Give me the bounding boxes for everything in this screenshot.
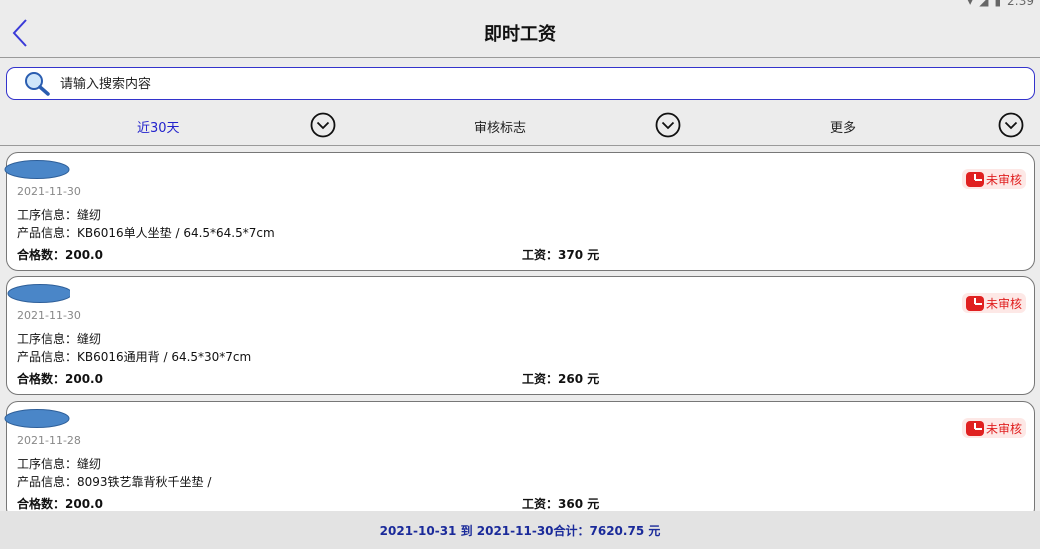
redacted-name-blob — [4, 409, 70, 428]
status-badge: 未审核 — [961, 169, 1026, 189]
wage-record-card[interactable]: 2021-11-28 工序信息：缝纫 产品信息：8093铁艺靠背秋千坐垫 / 合… — [4, 401, 1035, 511]
pending-clock-icon — [965, 420, 984, 436]
redacted-name-blob — [7, 284, 70, 303]
status-badge: 未审核 — [961, 418, 1026, 438]
wage-amount: 工资：360 元 — [522, 497, 600, 511]
record-date: 2021-11-30 — [17, 185, 81, 198]
signal-icon: ◢ — [979, 0, 989, 8]
record-date: 2021-11-30 — [17, 309, 81, 322]
process-info: 工序信息：缝纫 — [17, 332, 102, 346]
chevron-down-icon[interactable] — [310, 112, 336, 138]
filter-period-label[interactable]: 近30天 — [137, 117, 180, 136]
qualified-count: 合格数：200.0 — [17, 497, 103, 511]
qualified-count: 合格数：200.0 — [17, 372, 103, 386]
process-info: 工序信息：缝纫 — [17, 457, 102, 471]
chevron-down-icon[interactable] — [998, 112, 1024, 138]
status-time: 2:39 — [1007, 0, 1034, 8]
status-badge-text: 未审核 — [985, 172, 1022, 187]
status-badge-text: 未审核 — [985, 421, 1022, 436]
pending-clock-icon — [965, 295, 984, 311]
wage-record-card[interactable]: 2021-11-30 工序信息：缝纫 产品信息：KB6016通用背 / 64.5… — [6, 276, 1035, 395]
wage-amount: 工资：260 元 — [522, 372, 600, 386]
status-badge: 未审核 — [961, 293, 1026, 313]
chevron-down-icon[interactable] — [655, 112, 681, 138]
redacted-name-blob — [4, 160, 70, 179]
wifi-icon: ▾ — [967, 0, 974, 8]
process-info: 工序信息：缝纫 — [17, 208, 102, 222]
page-title: 即时工资 — [484, 24, 556, 45]
wage-amount: 工资：370 元 — [522, 248, 600, 262]
summary-footer: 2021-10-31 到 2021-11-30合计：7620.75 元 — [0, 511, 1040, 549]
product-info: 产品信息：8093铁艺靠背秋千坐垫 / — [17, 475, 212, 489]
product-info: 产品信息：KB6016通用背 / 64.5*30*7cm — [17, 350, 252, 364]
wage-record-card[interactable]: 2021-11-30 工序信息：缝纫 产品信息：KB6016单人坐垫 / 64.… — [4, 152, 1035, 271]
product-info: 产品信息：KB6016单人坐垫 / 64.5*64.5*7cm — [17, 226, 275, 240]
filter-bar: 近30天 审核标志 更多 — [0, 106, 1040, 146]
status-badge-text: 未审核 — [985, 296, 1022, 311]
search-box[interactable] — [6, 67, 1035, 100]
filter-audit-label[interactable]: 审核标志 — [474, 117, 526, 136]
filter-more-label[interactable]: 更多 — [830, 117, 856, 136]
pending-clock-icon — [965, 171, 984, 187]
wage-record-list[interactable]: 2021-11-30 工序信息：缝纫 产品信息：KB6016单人坐垫 / 64.… — [0, 146, 1040, 511]
status-bar: ▾ ◢ ▮ 2:39 — [0, 0, 1040, 8]
record-date: 2021-11-28 — [17, 434, 81, 447]
search-input[interactable] — [60, 74, 960, 94]
search-icon — [25, 72, 50, 96]
header-bar: 即时工资 — [0, 8, 1040, 58]
qualified-count: 合格数：200.0 — [17, 248, 103, 262]
status-icons: ▾ ◢ ▮ 2:39 — [967, 0, 1034, 8]
battery-icon: ▮ — [994, 0, 1002, 8]
summary-total: 2021-10-31 到 2021-11-30合计：7620.75 元 — [379, 524, 661, 538]
